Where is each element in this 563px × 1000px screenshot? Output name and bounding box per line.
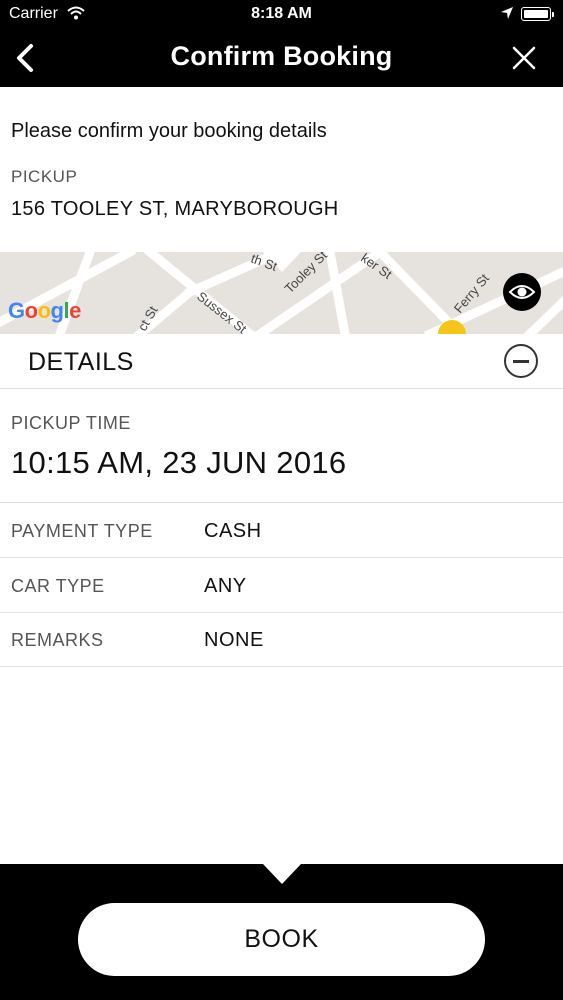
detail-row-payment-type: PAYMENT TYPE CASH [0,503,563,558]
google-logo: Google [8,298,81,323]
detail-row-label: PAYMENT TYPE [11,521,153,541]
bottom-bar: BOOK [0,864,563,1000]
pickup-time-label: PICKUP TIME [11,413,131,433]
detail-row-label: CAR TYPE [11,576,105,596]
minus-circle-icon[interactable] [504,344,538,378]
detail-row-value: CASH [204,520,262,542]
detail-row-value: NONE [204,629,264,651]
nav-bar: Confirm Booking [0,30,563,87]
detail-row-car-type: CAR TYPE ANY [0,558,563,613]
location-arrow-icon [500,6,514,25]
book-button[interactable]: BOOK [78,903,485,976]
close-button[interactable] [506,40,542,76]
map-streets: th St Tooley St ker St Ferry St Sussex S… [0,252,563,334]
status-time: 8:18 AM [251,5,312,22]
bottom-bar-notch [263,864,301,884]
battery-icon [521,7,554,21]
street-label: Sussex St [194,289,250,334]
close-icon [512,46,536,70]
page-title: Confirm Booking [170,41,393,71]
detail-row-value: ANY [204,575,247,597]
pickup-label: PICKUP [11,167,78,186]
details-title: DETAILS [28,348,134,376]
detail-row-remarks: REMARKS NONE [0,612,563,667]
status-bar: Carrier 8:18 AM [0,0,563,30]
eye-icon [508,285,536,299]
pickup-time-section: PICKUP TIME 10:15 AM, 23 JUN 2016 [0,389,563,503]
pickup-address: 156 TOOLEY ST, MARYBOROUGH [11,198,339,220]
map-view[interactable]: th St Tooley St ker St Ferry St Sussex S… [0,252,563,334]
intro-text: Please confirm your booking details [11,120,327,142]
detail-row-label: REMARKS [11,630,104,650]
view-map-button[interactable] [503,273,541,311]
pickup-time-value: 10:15 AM, 23 JUN 2016 [11,445,347,480]
details-header: DETAILS [0,334,563,389]
